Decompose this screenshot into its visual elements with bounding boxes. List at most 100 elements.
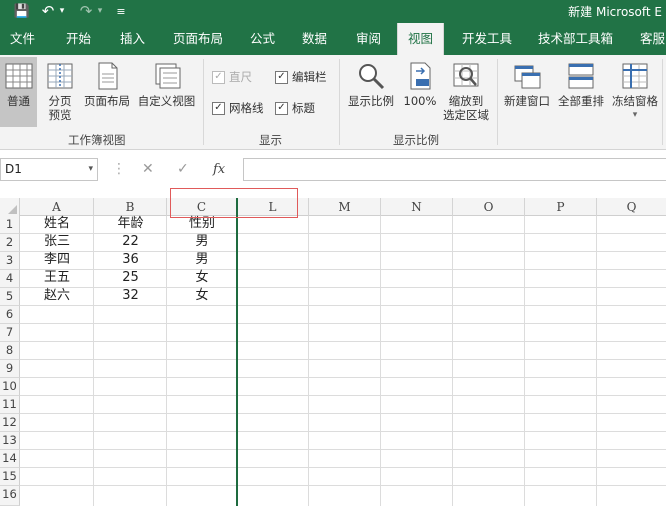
- cancel-icon[interactable]: ✕: [142, 158, 154, 181]
- zoom-button[interactable]: 显示比例: [345, 61, 397, 108]
- row-header[interactable]: 12: [0, 414, 20, 432]
- cell-c3[interactable]: 男: [167, 251, 237, 269]
- cell-c5[interactable]: 女: [167, 287, 237, 305]
- hidden-columns-divider[interactable]: [236, 198, 238, 506]
- tab-insert[interactable]: 插入: [120, 22, 145, 55]
- row-header[interactable]: 9: [0, 360, 20, 378]
- gridline: [20, 431, 666, 432]
- ribbon-view: 普通 分页 预览 页面布局 自定义视图 工作簿视图 ✓ 直尺 ✓ 编辑栏 ✓ 网…: [0, 55, 666, 150]
- worksheet-grid[interactable]: A B C L M N O P Q 1 2 3 4 5 6 7 8 9 10 1…: [0, 188, 666, 506]
- tab-data[interactable]: 数据: [302, 22, 327, 55]
- row-header[interactable]: 1: [0, 216, 20, 234]
- name-box[interactable]: D1 ▾: [0, 158, 98, 181]
- ruler-check-box: ✓: [212, 70, 225, 84]
- tab-customer-service[interactable]: 客服: [640, 22, 665, 55]
- normal-view-button[interactable]: 普通: [0, 57, 37, 127]
- freeze-panes-dropdown-icon[interactable]: ▾: [633, 108, 638, 122]
- excel-window: 💾 ↶ ▾ ↷ ▾ ≡ 新建 Microsoft E 文件 开始 插入 页面布局…: [0, 0, 666, 506]
- zoom-100-button[interactable]: 100%: [401, 61, 439, 108]
- cell-b2[interactable]: 22: [94, 233, 167, 251]
- row-header[interactable]: 16: [0, 486, 20, 506]
- tab-page-layout[interactable]: 页面布局: [173, 22, 223, 55]
- row-header[interactable]: 11: [0, 396, 20, 414]
- gridline: [20, 485, 666, 486]
- page-break-preview-icon: [47, 63, 73, 89]
- cell-a1[interactable]: 姓名: [20, 215, 94, 233]
- row-header[interactable]: 3: [0, 252, 20, 270]
- ribbon-separator: [339, 59, 340, 145]
- cell-b1[interactable]: 年龄: [94, 215, 167, 233]
- show-group-label: 显示: [259, 133, 282, 147]
- gridline: [20, 305, 666, 306]
- undo-icon[interactable]: ↶: [40, 2, 56, 20]
- redo-dropdown-icon[interactable]: ▾: [95, 2, 105, 20]
- column-header-q[interactable]: Q: [597, 198, 666, 216]
- tab-formulas[interactable]: 公式: [250, 22, 275, 55]
- headings-checkbox[interactable]: ✓ 标题: [275, 100, 315, 116]
- row-header[interactable]: 4: [0, 270, 20, 288]
- custom-views-button[interactable]: 自定义视图: [135, 61, 198, 108]
- select-all-corner[interactable]: [0, 198, 20, 216]
- page-break-preview-button[interactable]: 分页 预览: [42, 61, 78, 122]
- arrange-all-button[interactable]: 全部重排: [555, 61, 607, 108]
- row-header[interactable]: 2: [0, 234, 20, 252]
- cell-a3[interactable]: 李四: [20, 251, 94, 269]
- cell-c4[interactable]: 女: [167, 269, 237, 287]
- zoom-to-selection-button[interactable]: 缩放到 选定区域: [440, 61, 492, 122]
- page-break-preview-label-2: 预览: [48, 108, 72, 122]
- enter-icon[interactable]: ✓: [177, 158, 189, 181]
- gridlines-label: 网格线: [229, 101, 264, 115]
- customize-toolbar-icon[interactable]: ≡: [114, 2, 128, 20]
- new-window-button[interactable]: 新建窗口: [501, 61, 553, 108]
- cell-a5[interactable]: 赵六: [20, 287, 94, 305]
- column-header-p[interactable]: P: [525, 198, 597, 216]
- page-layout-view-button[interactable]: 页面布局: [82, 61, 132, 108]
- page-layout-view-label: 页面布局: [84, 94, 130, 108]
- ribbon-separator: [662, 59, 663, 145]
- gridlines-checkbox[interactable]: ✓ 网格线: [212, 100, 264, 116]
- tab-file[interactable]: 文件: [10, 22, 35, 55]
- gridline: [20, 413, 666, 414]
- freeze-panes-button[interactable]: 冻结窗格 ▾: [609, 61, 661, 122]
- row-header[interactable]: 15: [0, 468, 20, 486]
- page-break-preview-label-1: 分页: [48, 94, 72, 108]
- insert-function-icon[interactable]: fx: [213, 158, 225, 181]
- column-header-b[interactable]: B: [94, 198, 167, 216]
- tab-developer[interactable]: 开发工具: [462, 22, 512, 55]
- cell-a2[interactable]: 张三: [20, 233, 94, 251]
- formula-input[interactable]: [243, 158, 666, 181]
- gridline: [524, 216, 525, 506]
- normal-view-icon: [5, 63, 32, 89]
- row-header[interactable]: 13: [0, 432, 20, 450]
- cell-b4[interactable]: 25: [94, 269, 167, 287]
- column-header-a[interactable]: A: [20, 198, 94, 216]
- undo-dropdown-icon[interactable]: ▾: [57, 2, 67, 20]
- column-header-m[interactable]: M: [309, 198, 381, 216]
- cell-a4[interactable]: 王五: [20, 269, 94, 287]
- redo-icon[interactable]: ↷: [78, 2, 94, 20]
- cell-b5[interactable]: 32: [94, 287, 167, 305]
- tab-tech-toolbox[interactable]: 技术部工具箱: [538, 22, 613, 55]
- gridline: [20, 341, 666, 342]
- gridline: [20, 377, 666, 378]
- gridlines-check-box: ✓: [212, 101, 225, 115]
- row-header[interactable]: 10: [0, 378, 20, 396]
- save-icon[interactable]: 💾: [12, 2, 32, 20]
- column-header-o[interactable]: O: [453, 198, 525, 216]
- column-header-n[interactable]: N: [381, 198, 453, 216]
- tab-home[interactable]: 开始: [66, 22, 91, 55]
- gridline: [20, 395, 666, 396]
- tab-review[interactable]: 审阅: [356, 22, 381, 55]
- formula-bar-checkbox[interactable]: ✓ 编辑栏: [275, 69, 327, 85]
- cell-b3[interactable]: 36: [94, 251, 167, 269]
- tab-view[interactable]: 视图: [397, 23, 445, 55]
- row-header[interactable]: 8: [0, 342, 20, 360]
- zoom-group-label: 显示比例: [393, 133, 439, 147]
- freeze-panes-icon: [622, 63, 648, 89]
- row-header[interactable]: 5: [0, 288, 20, 306]
- row-header[interactable]: 14: [0, 450, 20, 468]
- row-header[interactable]: 6: [0, 306, 20, 324]
- cell-c2[interactable]: 男: [167, 233, 237, 251]
- name-box-dropdown-icon[interactable]: ▾: [88, 159, 93, 180]
- row-header[interactable]: 7: [0, 324, 20, 342]
